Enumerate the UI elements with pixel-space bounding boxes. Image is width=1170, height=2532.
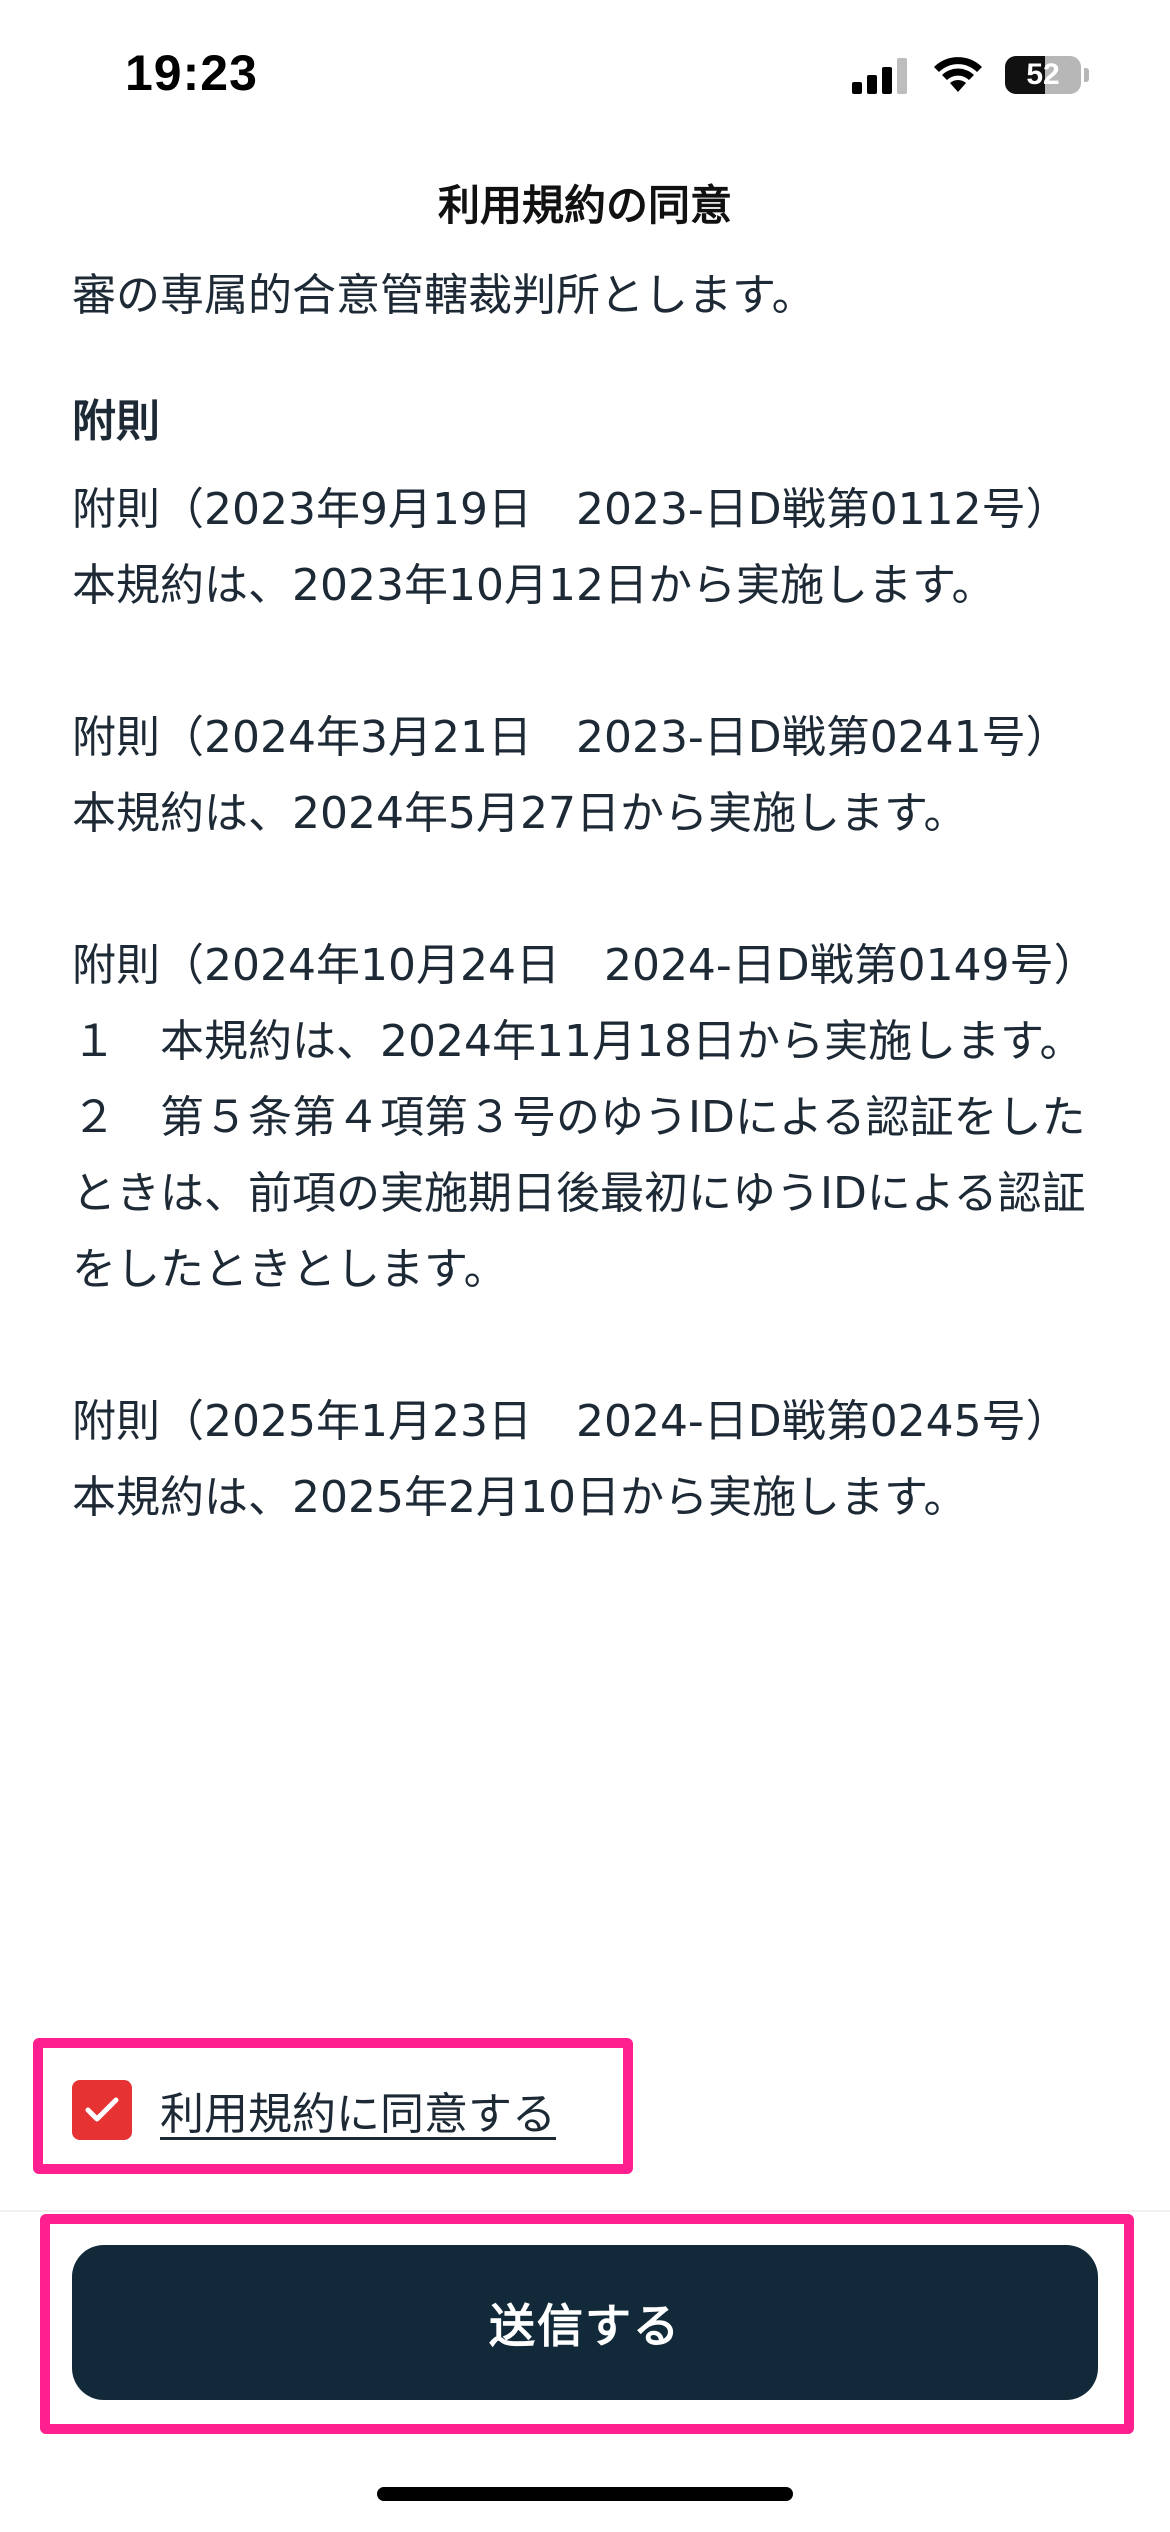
highlight-box-agree: [33, 2038, 633, 2174]
battery-level: 52: [1026, 58, 1060, 91]
status-bar: 19:23 52: [0, 0, 1170, 150]
home-indicator: [377, 2487, 793, 2501]
provision-2-body: 本規約は、2024年5月27日から実施します。: [72, 788, 968, 839]
provision-3-item-2: ２ 第５条第４項第３号のゆうIDによる認証をしたときは、前項の実施期日後最初にゆ…: [72, 1092, 1086, 1295]
supplementary-heading: 附則: [72, 396, 160, 447]
cellular-signal-icon: [852, 58, 907, 94]
status-time: 19:23: [125, 45, 258, 101]
battery-icon: 52: [1005, 56, 1081, 94]
battery-cap: [1084, 68, 1089, 82]
provision-4-heading: 附則（2025年1月23日 2024-日D戦第0245号）: [72, 1396, 1070, 1447]
terms-content[interactable]: 審の専属的合意管轄裁判所とします。 附則 附則（2023年9月19日 2023-…: [72, 258, 1112, 1536]
terms-intro-line: 審の専属的合意管轄裁判所とします。: [72, 270, 816, 321]
provision-1-body: 本規約は、2023年10月12日から実施します。: [72, 560, 996, 611]
provision-1-heading: 附則（2023年9月19日 2023-日D戦第0112号）: [72, 484, 1070, 535]
provision-2-heading: 附則（2024年3月21日 2023-日D戦第0241号）: [72, 712, 1070, 763]
highlight-box-submit: [40, 2214, 1134, 2434]
wifi-icon: [934, 57, 982, 92]
provision-3-item-1: １ 本規約は、2024年11月18日から実施します。: [72, 1016, 1084, 1067]
provision-4-body: 本規約は、2025年2月10日から実施します。: [72, 1472, 968, 1523]
provision-3-heading: 附則（2024年10月24日 2024-日D戦第0149号）: [72, 940, 1098, 991]
page-title: 利用規約の同意: [437, 181, 732, 230]
